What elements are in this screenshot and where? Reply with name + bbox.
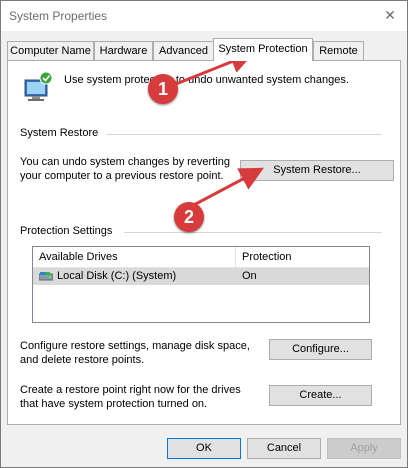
drives-list-header: Available Drives Protection bbox=[33, 247, 369, 268]
column-protection[interactable]: Protection bbox=[236, 247, 369, 267]
system-restore-button[interactable]: System Restore... bbox=[240, 160, 394, 181]
apply-button-label: Apply bbox=[350, 442, 378, 454]
drive-protection-status: On bbox=[242, 270, 257, 282]
tab-remote[interactable]: Remote bbox=[313, 41, 364, 60]
close-icon[interactable]: ✕ bbox=[381, 6, 399, 24]
configure-description: Configure restore settings, manage disk … bbox=[20, 340, 250, 366]
system-restore-section: System Restore bbox=[20, 127, 390, 139]
section-divider bbox=[106, 134, 382, 135]
window-title: System Properties bbox=[9, 9, 108, 23]
configure-button-label: Configure... bbox=[292, 343, 349, 355]
tab-advanced[interactable]: Advanced bbox=[153, 41, 214, 60]
apply-button[interactable]: Apply bbox=[327, 438, 401, 459]
tab-system-protection[interactable]: System Protection bbox=[213, 38, 313, 61]
protection-settings-heading: Protection Settings bbox=[20, 225, 113, 237]
column-available-drives[interactable]: Available Drives bbox=[33, 247, 235, 267]
system-protection-icon bbox=[24, 71, 53, 101]
ok-button[interactable]: OK bbox=[167, 438, 241, 459]
cancel-button-label: Cancel bbox=[266, 442, 302, 454]
drive-icon bbox=[39, 272, 53, 281]
tab-computer-name[interactable]: Computer Name bbox=[7, 41, 94, 60]
section-divider bbox=[124, 232, 382, 233]
drive-name: Local Disk (C:) (System) bbox=[57, 270, 177, 282]
system-restore-description: You can undo system changes by reverting… bbox=[20, 156, 230, 182]
annotation-badge-2: 2 bbox=[174, 202, 204, 232]
ok-button-label: OK bbox=[196, 442, 212, 454]
title-bar: System Properties ✕ bbox=[1, 1, 407, 31]
cancel-button[interactable]: Cancel bbox=[247, 438, 321, 459]
tab-hardware[interactable]: Hardware bbox=[94, 41, 153, 60]
create-button-label: Create... bbox=[299, 389, 342, 401]
system-restore-heading: System Restore bbox=[20, 127, 99, 139]
system-properties-window: System Properties ✕ Computer Name Hardwa… bbox=[0, 0, 408, 468]
intro-text: Use system protection to undo unwanted s… bbox=[64, 74, 349, 86]
create-button[interactable]: Create... bbox=[269, 385, 372, 406]
create-description: Create a restore point right now for the… bbox=[20, 384, 241, 410]
system-restore-button-label: System Restore... bbox=[273, 164, 361, 176]
table-row[interactable]: Local Disk (C:) (System) On bbox=[33, 268, 369, 285]
annotation-badge-1: 1 bbox=[148, 74, 178, 104]
protection-settings-section: Protection Settings bbox=[20, 225, 390, 237]
system-protection-panel: Use system protection to undo unwanted s… bbox=[7, 60, 401, 425]
drives-list[interactable]: Available Drives Protection Local Disk (… bbox=[32, 246, 370, 323]
configure-button[interactable]: Configure... bbox=[269, 339, 372, 360]
